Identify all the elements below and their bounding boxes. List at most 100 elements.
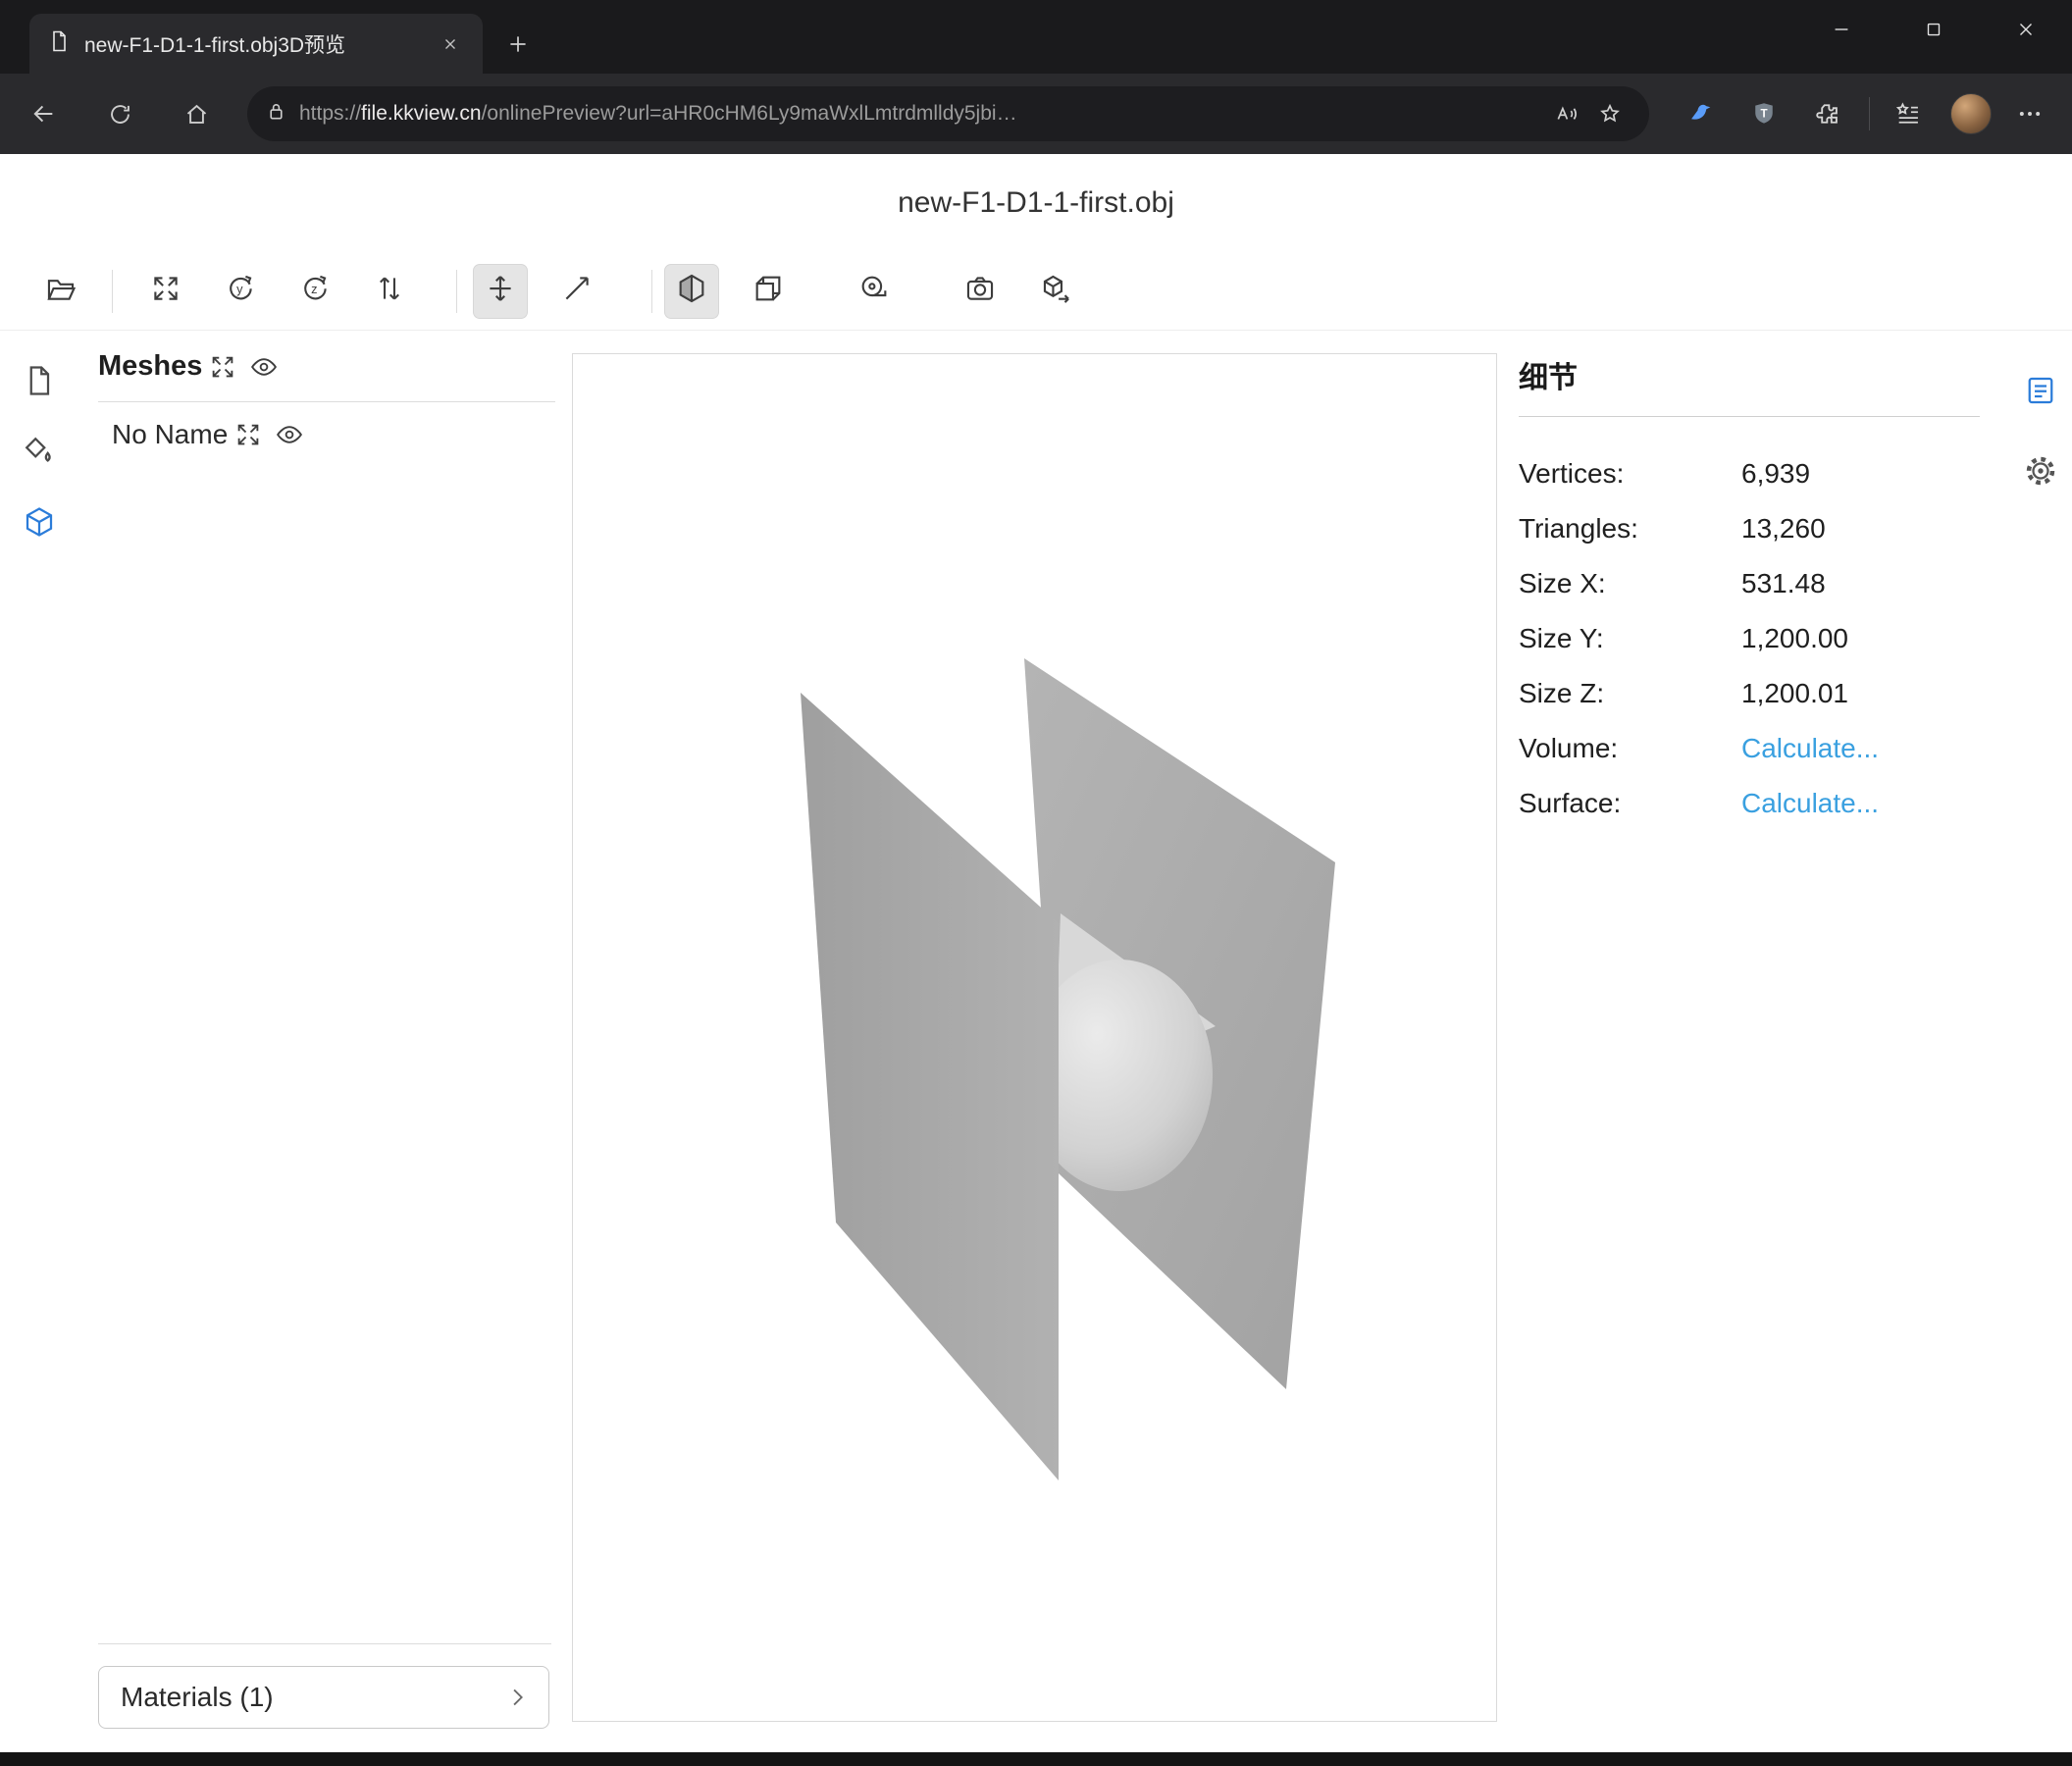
open-folder-icon: [44, 272, 78, 310]
minimize-button[interactable]: [1795, 0, 1888, 59]
export-model-button[interactable]: [1029, 264, 1084, 319]
export-cube-icon: [1040, 272, 1073, 310]
orthographic-cube-icon: [751, 272, 785, 310]
move-vertical-icon: [484, 272, 517, 310]
model-left-plane: [801, 693, 1059, 1480]
extension-shield-icon[interactable]: T: [1739, 89, 1788, 138]
model-viewport[interactable]: [572, 353, 1497, 1722]
new-tab-button[interactable]: [496, 23, 540, 66]
refresh-button[interactable]: [94, 88, 145, 139]
details-list-icon: [2023, 373, 2058, 413]
detail-row: Volume: Calculate...: [1519, 721, 1980, 776]
orthographic-camera-button[interactable]: [741, 264, 796, 319]
mesh-item-label: No Name: [112, 419, 228, 450]
back-button[interactable]: [18, 88, 69, 139]
detail-label: Volume:: [1519, 733, 1741, 764]
meshes-header-label: Meshes: [98, 350, 202, 383]
url-text: https://file.kkview.cn/onlinePreview?url…: [299, 102, 1545, 126]
settings-panel-button[interactable]: [2015, 447, 2066, 498]
meshes-panel-button[interactable]: [14, 498, 65, 549]
chevron-right-icon: [503, 1684, 531, 1711]
detail-value: 1,200.01: [1741, 678, 1848, 709]
navbar-divider: [1869, 97, 1870, 130]
fix-up-vector-button[interactable]: [473, 264, 528, 319]
flip-arrows-icon: [373, 272, 406, 310]
window-controls: [1795, 0, 2072, 59]
materials-icon: [22, 434, 57, 474]
settings-menu-icon[interactable]: [2005, 89, 2054, 138]
calculate-surface-link[interactable]: Calculate...: [1741, 788, 1879, 819]
left-icon-strip: [0, 332, 78, 1752]
viewer-page: new-F1-D1-1-first.obj y z: [0, 154, 2072, 1752]
detail-label: Size X:: [1519, 568, 1741, 599]
url-path: /onlinePreview?url=aHR0cHM6Ly9maWxlLmtrd…: [482, 102, 1017, 125]
extensions-puzzle-icon[interactable]: [1802, 89, 1851, 138]
detail-label: Triangles:: [1519, 513, 1741, 545]
favorites-bar-icon[interactable]: [1884, 89, 1933, 138]
detail-label: Size Z:: [1519, 678, 1741, 709]
close-button[interactable]: [1980, 0, 2072, 59]
expand-all-icon[interactable]: [202, 346, 243, 388]
navigation-bar: https://file.kkview.cn/onlinePreview?url…: [0, 74, 2072, 154]
detail-row: Size Z: 1,200.01: [1519, 666, 1980, 721]
gear-icon: [2023, 453, 2058, 493]
diagonal-measure-icon: [560, 272, 594, 310]
materials-button[interactable]: Materials (1): [98, 1666, 549, 1729]
home-button[interactable]: [171, 88, 222, 139]
visibility-eye-icon[interactable]: [243, 346, 285, 388]
perspective-camera-button[interactable]: [664, 264, 719, 319]
materials-panel-button[interactable]: [14, 428, 65, 479]
files-panel-button[interactable]: [14, 357, 65, 408]
browser-tab[interactable]: new-F1-D1-1-first.obj3D预览: [29, 14, 483, 74]
favorite-star-icon[interactable]: [1588, 92, 1632, 135]
set-y-up-button[interactable]: y: [213, 264, 268, 319]
model-file-title: new-F1-D1-1-first.obj: [0, 154, 2072, 252]
viewer-content: Meshes No Name Materials (1): [0, 332, 2072, 1752]
rotate-z-up-icon: z: [298, 272, 332, 310]
profile-avatar[interactable]: [1950, 93, 1992, 134]
meshes-panel: Meshes No Name Materials (1): [78, 332, 555, 1752]
calculate-volume-link[interactable]: Calculate...: [1741, 733, 1879, 764]
toolbar-divider: [651, 270, 652, 313]
detail-row: Vertices: 6,939: [1519, 446, 1980, 501]
details-rows: Vertices: 6,939 Triangles: 13,260 Size X…: [1519, 446, 1980, 831]
detail-row: Size X: 531.48: [1519, 556, 1980, 611]
details-header: 细节: [1519, 353, 1980, 417]
extension-bird-icon[interactable]: [1677, 89, 1726, 138]
details-panel-button[interactable]: [2015, 367, 2066, 418]
read-aloud-icon[interactable]: [1545, 92, 1588, 135]
detail-label: Vertices:: [1519, 458, 1741, 490]
detail-label: Size Y:: [1519, 623, 1741, 654]
tape-measure-icon: [857, 272, 891, 310]
panel-divider: [98, 1643, 551, 1644]
fit-to-window-button[interactable]: [138, 264, 193, 319]
detail-row: Surface: Calculate...: [1519, 776, 1980, 831]
perspective-cube-icon: [675, 272, 708, 310]
address-bar[interactable]: https://file.kkview.cn/onlinePreview?url…: [247, 86, 1649, 141]
set-z-up-button[interactable]: z: [287, 264, 342, 319]
mesh-list-item[interactable]: No Name: [98, 402, 555, 467]
detail-row: Size Y: 1,200.00: [1519, 611, 1980, 666]
tab-close-icon[interactable]: [434, 27, 467, 61]
measure-distance-button[interactable]: [847, 264, 902, 319]
meshes-panel-header: Meshes: [98, 332, 555, 402]
flip-up-vector-button[interactable]: [362, 264, 417, 319]
measure-button[interactable]: [549, 264, 604, 319]
mesh-cube-icon: [22, 504, 57, 545]
mesh-visibility-eye-icon[interactable]: [269, 414, 310, 455]
detail-value: 1,200.00: [1741, 623, 1848, 654]
url-scheme: https://: [299, 102, 361, 125]
toolbar-divider: [456, 270, 457, 313]
camera-icon: [963, 272, 997, 310]
fit-to-window-icon: [149, 272, 182, 310]
file-icon: [22, 363, 57, 403]
maximize-button[interactable]: [1888, 0, 1980, 59]
titlebar: new-F1-D1-1-first.obj3D预览: [0, 0, 2072, 74]
model-render: [573, 354, 1496, 1721]
snapshot-button[interactable]: [953, 264, 1008, 319]
fit-mesh-icon[interactable]: [228, 414, 269, 455]
lock-icon[interactable]: [265, 100, 287, 128]
open-model-button[interactable]: [33, 264, 88, 319]
detail-label: Surface:: [1519, 788, 1741, 819]
detail-value: 531.48: [1741, 568, 1826, 599]
